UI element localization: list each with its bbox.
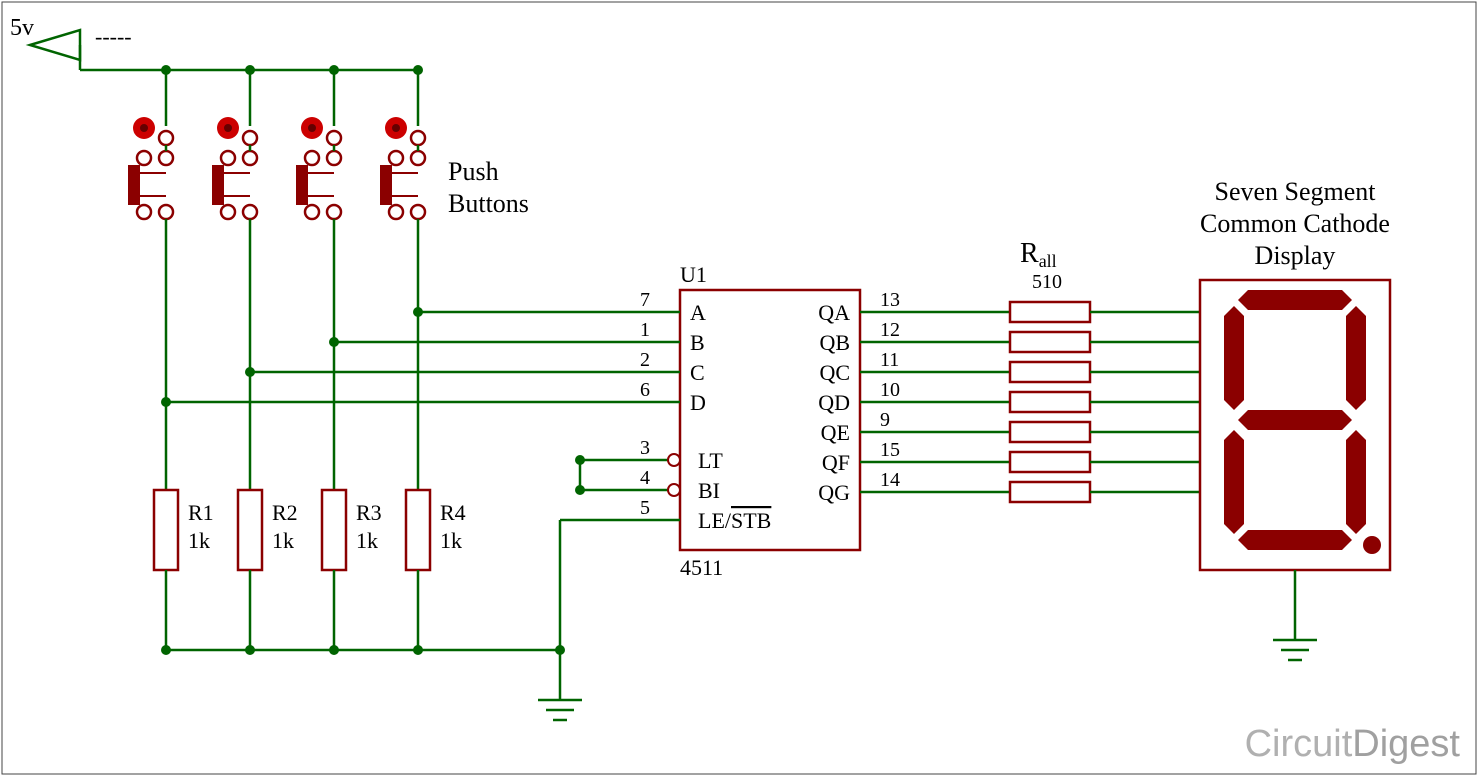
resistor-r2: R2 1k bbox=[238, 490, 298, 650]
push-button-2 bbox=[212, 117, 257, 372]
r2-value: 1k bbox=[272, 528, 294, 553]
ground-right bbox=[1273, 640, 1317, 660]
power-source: 5v ----- bbox=[10, 15, 132, 60]
pin-num-3: 3 bbox=[640, 437, 650, 459]
rall-prefix: Rall bbox=[1020, 238, 1057, 271]
display-label-2: Common Cathode bbox=[1200, 209, 1390, 238]
rall-value: 510 bbox=[1032, 271, 1062, 293]
pin-name-QA: QA bbox=[818, 300, 850, 325]
r4-name: R4 bbox=[440, 500, 466, 525]
pin-name-C: C bbox=[690, 360, 705, 385]
pin-name-B: B bbox=[690, 330, 705, 355]
power-dashes: ----- bbox=[95, 24, 132, 49]
power-label: 5v bbox=[10, 15, 34, 41]
pin-name-QC: QC bbox=[819, 360, 850, 385]
ground-left bbox=[538, 700, 582, 720]
pin-name-QG: QG bbox=[818, 480, 850, 505]
pin-num-6: 6 bbox=[640, 379, 650, 401]
r3-name: R3 bbox=[356, 500, 382, 525]
pin-num-5: 5 bbox=[640, 497, 650, 519]
r1-name: R1 bbox=[188, 500, 214, 525]
r2-name: R2 bbox=[272, 500, 298, 525]
push-button-4 bbox=[380, 117, 425, 312]
pin-name-QF: QF bbox=[822, 450, 850, 475]
pin-num-10: 10 bbox=[880, 379, 900, 401]
pin-num-7: 7 bbox=[640, 289, 650, 311]
r4-value: 1k bbox=[440, 528, 462, 553]
pin-num-1: 1 bbox=[640, 319, 650, 341]
pin-num-4: 4 bbox=[640, 467, 650, 489]
pin-num-11: 11 bbox=[880, 349, 899, 371]
seven-segment-display: Seven Segment Common Cathode Display bbox=[1200, 177, 1390, 570]
circuit-diagram: 5v ----- bbox=[0, 0, 1478, 776]
pin-num-14: 14 bbox=[880, 469, 900, 491]
pin-name-QB: QB bbox=[819, 330, 850, 355]
pin-name-QD: QD bbox=[818, 390, 850, 415]
ic-4511: U1 4511 7 A 1 B 2 C 6 D 3 LT 4 BI 5 LE/S… bbox=[640, 262, 1010, 580]
resistor-r3: R3 1k bbox=[322, 490, 382, 650]
pin-num-9: 9 bbox=[880, 409, 890, 431]
display-label-3: Display bbox=[1255, 241, 1336, 270]
pin-num-15: 15 bbox=[880, 439, 900, 461]
buttons-label-2: Buttons bbox=[448, 189, 529, 218]
canvas-border bbox=[2, 2, 1476, 774]
display-label-1: Seven Segment bbox=[1214, 177, 1376, 206]
r1-value: 1k bbox=[188, 528, 210, 553]
resistor-array: Rall 510 bbox=[1010, 238, 1090, 502]
push-button-3 bbox=[296, 117, 341, 342]
push-button-1 bbox=[128, 117, 173, 402]
pin-num-12: 12 bbox=[880, 319, 900, 341]
pin-name-BI: BI bbox=[698, 478, 720, 503]
r3-value: 1k bbox=[356, 528, 378, 553]
pin-num-2: 2 bbox=[640, 349, 650, 371]
ic-part: 4511 bbox=[680, 555, 723, 580]
watermark: CircuitDigest bbox=[1245, 723, 1461, 765]
pin-name-D: D bbox=[690, 390, 706, 415]
buttons-label-1: Push bbox=[448, 157, 499, 186]
pin-name-QE: QE bbox=[821, 420, 850, 445]
resistor-r4: R4 1k bbox=[406, 490, 466, 650]
pin-num-13: 13 bbox=[880, 289, 900, 311]
ic-ref: U1 bbox=[680, 262, 707, 287]
pin-name-LT: LT bbox=[698, 448, 723, 473]
pin-name-LE: LE/STB bbox=[698, 508, 771, 533]
pin-name-A: A bbox=[690, 300, 706, 325]
resistor-r1: R1 1k bbox=[154, 490, 214, 650]
